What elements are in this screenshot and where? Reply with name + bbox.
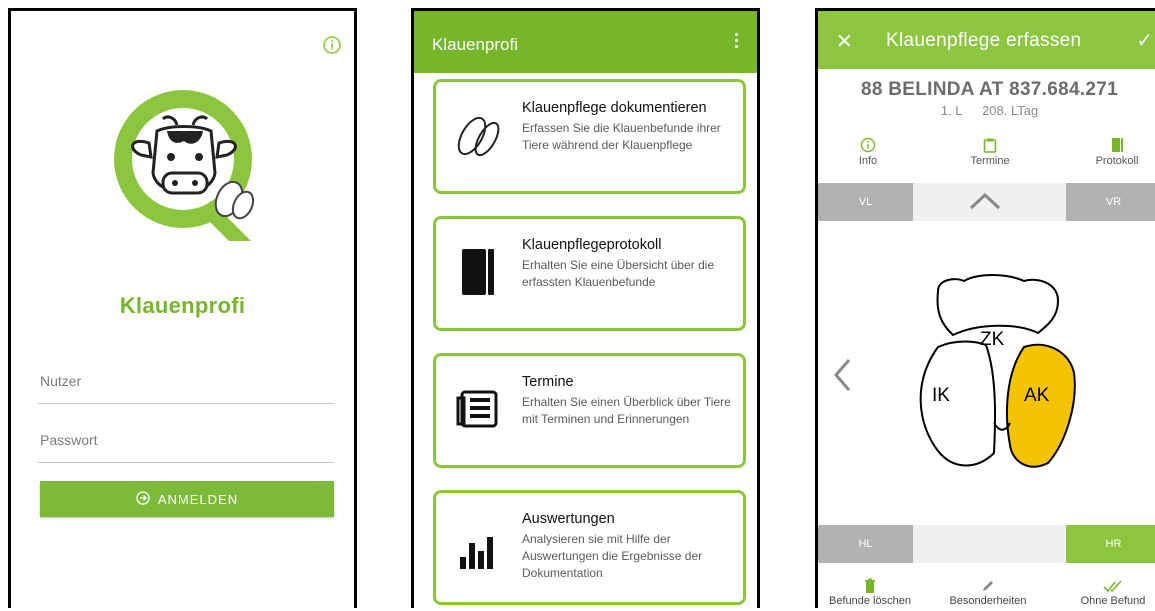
- brand-name: Klauenprofi: [119, 293, 246, 318]
- action-label: Besonderheiten: [949, 595, 1027, 607]
- bottom-actions: Befunde löschen Besonderheiten Ohne Befu…: [818, 578, 1155, 608]
- chevron-left-icon[interactable]: [832, 357, 852, 398]
- notebook-icon: [454, 241, 504, 301]
- action-label: Befunde löschen: [829, 595, 911, 607]
- card-title: Klauenpflegeprotokoll: [522, 237, 662, 253]
- leg-hr[interactable]: HR: [1066, 525, 1155, 563]
- card-description: Analysieren sie mit Hilfe der Auswertung…: [522, 532, 703, 580]
- action-label: Ohne Befund: [1080, 595, 1146, 607]
- info-icon: [860, 137, 876, 153]
- newspaper-icon: [454, 378, 504, 438]
- klauenprofi-logo: [111, 81, 271, 251]
- tab-protokoll[interactable]: Protokoll: [1082, 137, 1152, 167]
- leg-vr[interactable]: VR: [1066, 183, 1155, 221]
- animal-meta: 1. L 208. LTag: [818, 103, 1155, 118]
- login-screen: Klauenprofi Nutzer Passwort ANMELDEN: [8, 8, 357, 608]
- tab-info[interactable]: Info: [838, 137, 898, 167]
- detail-tabs: Info Termine Protokoll: [818, 137, 1155, 181]
- card-description: Erfassen Sie die Klauenbefunde ihrer Tie…: [522, 121, 721, 152]
- hoof-diagram: ZK IK AK: [898, 273, 1098, 483]
- tab-label: Protokoll: [1095, 155, 1139, 167]
- card-klauenpflegeprotokoll[interactable]: Klauenpflegeprotokoll Erhalten Sie eine …: [433, 216, 746, 331]
- zone-zk: [936, 274, 1060, 337]
- special-notes-button[interactable]: Besonderheiten: [938, 578, 1038, 607]
- app-title: Klauenprofi: [432, 35, 519, 54]
- app-bar: Klauenprofi: [414, 11, 757, 73]
- password-field[interactable]: Passwort: [38, 422, 334, 463]
- login-button[interactable]: ANMELDEN: [40, 481, 334, 517]
- menu-screen: Klauenprofi Klauenpflege dokumentieren E…: [411, 8, 760, 608]
- notebook-icon: [1109, 137, 1125, 153]
- bar-chart-icon: [454, 515, 504, 575]
- card-description: Erhalten Sie eine Übersicht über die erf…: [522, 258, 715, 289]
- trash-icon: [818, 578, 922, 594]
- card-auswertungen[interactable]: Auswertungen Analysieren sie mit Hilfe d…: [433, 490, 746, 605]
- zone-ak-label: AK: [1024, 385, 1050, 406]
- leg-vl[interactable]: VL: [818, 183, 913, 221]
- lactation: 1. L: [940, 103, 963, 118]
- tab-termine[interactable]: Termine: [958, 137, 1022, 167]
- close-icon[interactable]: ✕: [836, 29, 853, 54]
- delete-findings-button[interactable]: Befunde löschen: [818, 578, 922, 607]
- card-title: Auswertungen: [522, 511, 615, 527]
- check-icon[interactable]: ✓: [1136, 28, 1153, 53]
- capture-screen: ✕ Klauenpflege erfassen ✓ 88 BELINDA AT …: [815, 8, 1155, 608]
- card-title: Termine: [522, 374, 574, 390]
- leg-hl[interactable]: HL: [818, 525, 913, 563]
- pencil-icon: [938, 578, 1038, 594]
- zone-ik-label: IK: [932, 385, 950, 406]
- chevron-up-icon[interactable]: [968, 191, 1002, 216]
- card-termine[interactable]: Termine Erhalten Sie einen Überblick übe…: [433, 353, 746, 468]
- kebab-menu-icon[interactable]: [735, 33, 739, 51]
- lactation-day: 208. LTag: [982, 103, 1039, 118]
- login-button-label: ANMELDEN: [157, 491, 239, 507]
- app-bar: ✕ Klauenpflege erfassen ✓: [818, 11, 1155, 69]
- double-check-icon: [1068, 578, 1155, 594]
- screen-title: Klauenpflege erfassen: [886, 30, 1082, 51]
- card-klauenpflege-dokumentieren[interactable]: Klauenpflege dokumentieren Erfassen Sie …: [433, 79, 746, 194]
- no-findings-button[interactable]: Ohne Befund: [1068, 578, 1155, 607]
- card-description: Erhalten Sie einen Überblick über Tiere …: [522, 395, 731, 426]
- zone-zk-label: ZK: [980, 329, 1005, 350]
- tab-label: Termine: [970, 155, 1010, 167]
- hoof-icon: [454, 104, 504, 164]
- info-icon[interactable]: [322, 35, 342, 55]
- username-field[interactable]: Nutzer: [38, 363, 334, 404]
- card-title: Klauenpflege dokumentieren: [522, 100, 707, 116]
- front-legs-band: VL VR: [818, 183, 1155, 221]
- rear-legs-band: HL HR: [818, 525, 1155, 563]
- password-placeholder: Passwort: [40, 432, 98, 448]
- login-arrow-icon: [136, 490, 150, 508]
- clipboard-icon: [982, 137, 998, 153]
- username-placeholder: Nutzer: [40, 373, 82, 389]
- animal-id: 88 BELINDA AT 837.684.271: [860, 79, 1119, 100]
- tab-label: Info: [858, 155, 878, 167]
